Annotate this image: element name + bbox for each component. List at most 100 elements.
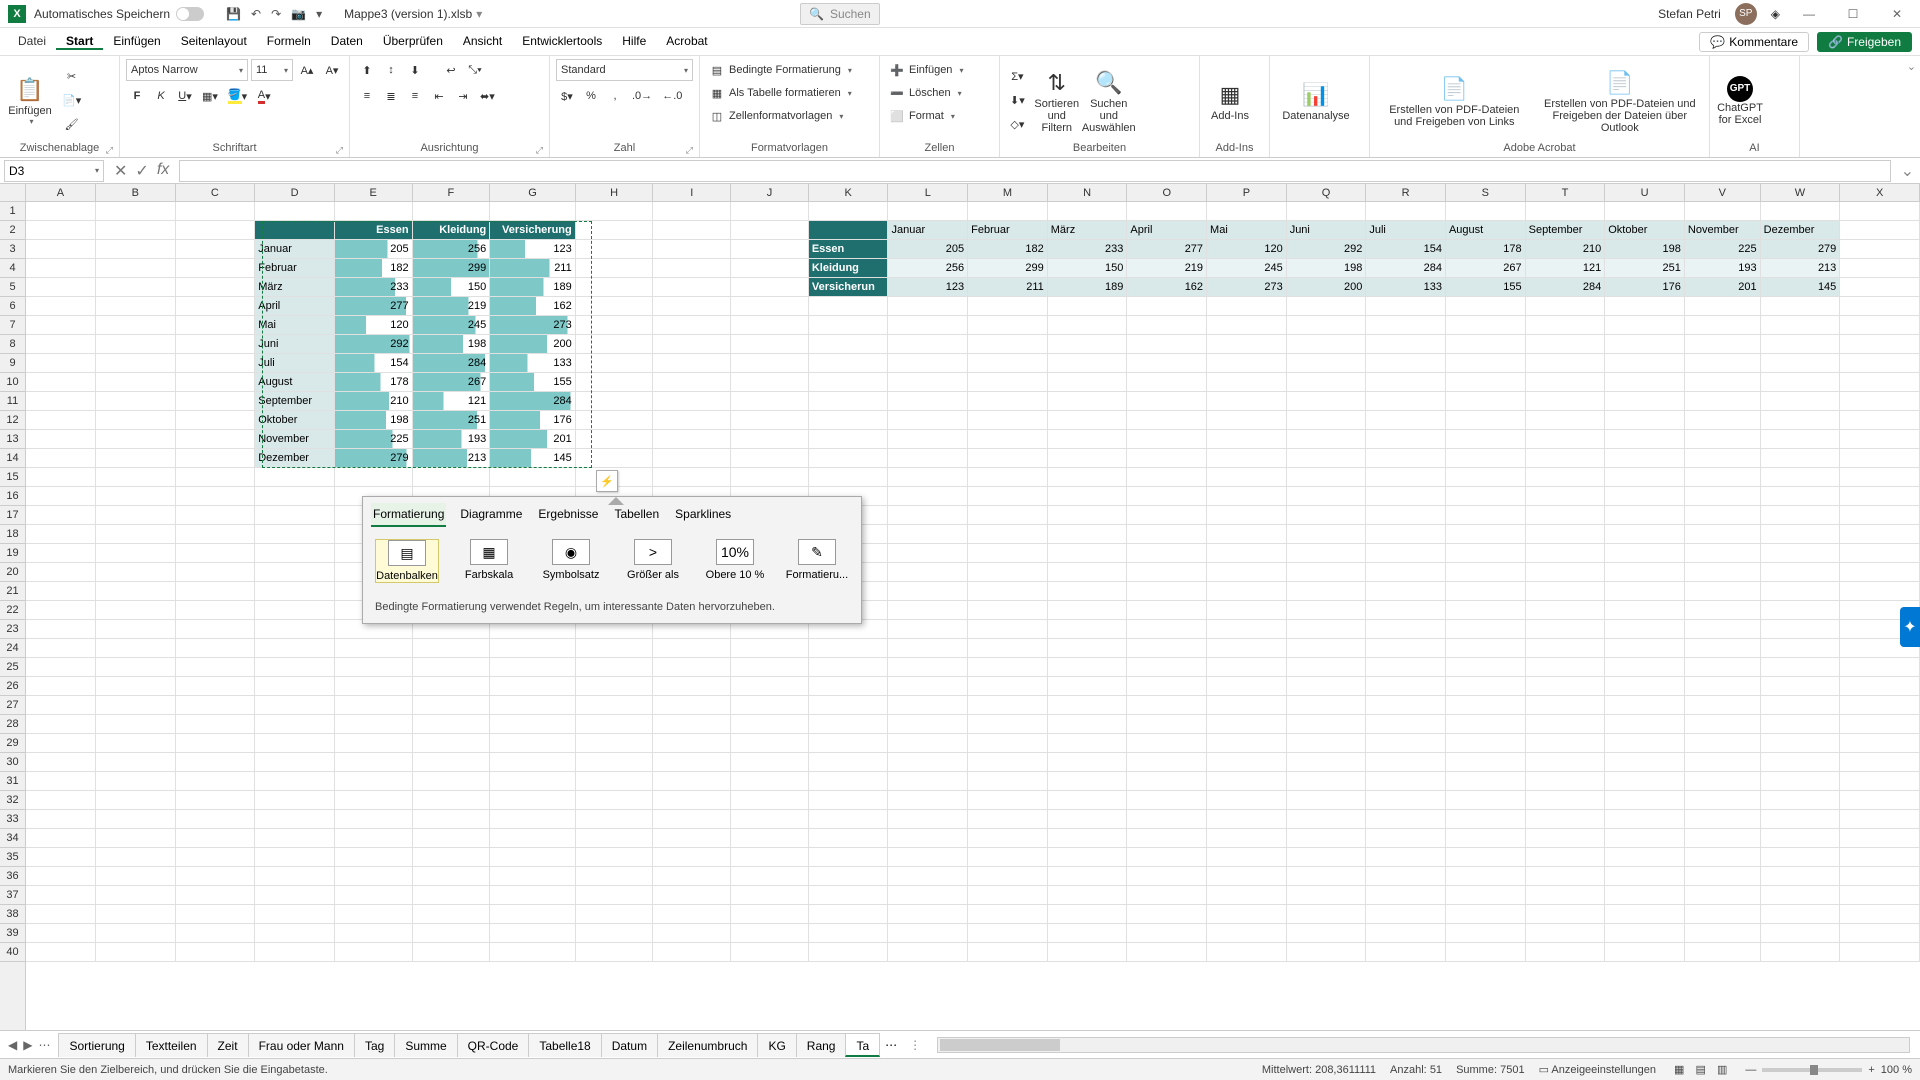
ribbon-tab-entwicklertools[interactable]: Entwicklertools <box>512 34 612 48</box>
qa-option-2[interactable]: ◉Symbolsatz <box>539 539 603 583</box>
minimize-button[interactable]: — <box>1794 7 1824 21</box>
format-painter-icon[interactable]: 🖌 <box>58 114 85 136</box>
cut-icon[interactable]: ✂ <box>58 66 85 88</box>
ribbon-tab-start[interactable]: Start <box>56 34 103 50</box>
create-pdf-outlook-button[interactable]: 📄Erstellen von PDF-Dateien und Freigeben… <box>1537 66 1703 136</box>
qa-option-3[interactable]: >Größer als <box>621 539 685 583</box>
sheet-tab-4[interactable]: Tag <box>354 1033 395 1057</box>
qat-more-icon[interactable]: ▾ <box>316 7 322 21</box>
sheet-tab-3[interactable]: Frau oder Mann <box>248 1033 355 1057</box>
underline-button[interactable]: U▾ <box>174 85 196 107</box>
ribbon-tab-einfügen[interactable]: Einfügen <box>103 34 170 48</box>
align-bottom-icon[interactable]: ⬇ <box>404 59 426 81</box>
conditional-formatting-button[interactable]: ▤Bedingte Formatierung▾ <box>706 59 873 81</box>
maximize-button[interactable]: ☐ <box>1838 7 1868 21</box>
ribbon-tab-datei[interactable]: Datei <box>8 34 56 48</box>
zoom-slider[interactable]: —+ 100 % <box>1745 1064 1912 1076</box>
comma-icon[interactable]: , <box>604 85 626 107</box>
view-normal-icon[interactable]: ▦ <box>1670 1064 1688 1076</box>
autosave-toggle[interactable]: Automatisches Speichern <box>34 7 204 21</box>
sheet-nav-first-icon[interactable]: ◀ <box>8 1038 17 1052</box>
camera-icon[interactable]: 📷 <box>291 7 306 21</box>
avatar[interactable]: SP <box>1735 3 1757 25</box>
percent-icon[interactable]: % <box>580 85 602 107</box>
bold-button[interactable]: F <box>126 85 148 107</box>
close-button[interactable]: ✕ <box>1882 7 1912 21</box>
undo-icon[interactable]: ↶ <box>251 7 261 21</box>
sheet-tab-1[interactable]: Textteilen <box>135 1033 208 1057</box>
fx-icon[interactable]: fx <box>157 161 169 181</box>
ribbon-tab-acrobat[interactable]: Acrobat <box>656 34 717 48</box>
ribbon-tab-hilfe[interactable]: Hilfe <box>612 34 656 48</box>
ribbon-tab-seitenlayout[interactable]: Seitenlayout <box>171 34 257 48</box>
sheet-tab-8[interactable]: Datum <box>601 1033 658 1057</box>
formula-bar[interactable] <box>179 160 1890 182</box>
insert-cells-button[interactable]: ➕Einfügen▾ <box>886 59 993 81</box>
expand-formula-bar-icon[interactable]: ⌄ <box>1895 161 1920 181</box>
name-box[interactable]: D3▾ <box>4 160 104 182</box>
qa-tab-2[interactable]: Ergebnisse <box>536 503 600 527</box>
merge-button[interactable]: ⬌▾ <box>476 85 499 107</box>
find-select-button[interactable]: 🔍Suchen und Auswählen <box>1085 66 1133 136</box>
user-name[interactable]: Stefan Petri <box>1658 7 1721 21</box>
sheet-tab-2[interactable]: Zeit <box>207 1033 249 1057</box>
shrink-font-icon[interactable]: A▾ <box>321 59 343 81</box>
align-left-icon[interactable]: ≡ <box>356 85 378 107</box>
view-page-layout-icon[interactable]: ▤ <box>1691 1064 1709 1076</box>
font-name-combo[interactable]: Aptos Narrow▾ <box>126 59 248 81</box>
sheet-tab-11[interactable]: Rang <box>796 1033 847 1057</box>
comments-button[interactable]: 💬 Kommentare <box>1699 32 1809 52</box>
ribbon-tab-formeln[interactable]: Formeln <box>257 34 321 48</box>
chatgpt-button[interactable]: GPTChatGPT for Excel <box>1716 66 1764 136</box>
fill-icon[interactable]: ⬇▾ <box>1006 90 1029 112</box>
ribbon-tab-ansicht[interactable]: Ansicht <box>453 34 512 48</box>
inc-decimal-icon[interactable]: .0→ <box>628 85 656 107</box>
autosum-icon[interactable]: Σ▾ <box>1006 66 1029 88</box>
sheet-tab-6[interactable]: QR-Code <box>457 1033 530 1057</box>
qa-tab-1[interactable]: Diagramme <box>458 503 524 527</box>
align-right-icon[interactable]: ≡ <box>404 85 426 107</box>
addins-button[interactable]: ▦Add-Ins <box>1206 66 1254 136</box>
qa-option-5[interactable]: ✎Formatieru... <box>785 539 849 583</box>
accept-formula-icon[interactable]: ✓ <box>135 161 148 181</box>
qa-tab-3[interactable]: Tabellen <box>612 503 661 527</box>
view-page-break-icon[interactable]: ▥ <box>1713 1064 1731 1076</box>
ribbon-tab-daten[interactable]: Daten <box>321 34 373 48</box>
format-cells-button[interactable]: ⬜Format▾ <box>886 105 993 127</box>
delete-cells-button[interactable]: ➖Löschen▾ <box>886 82 993 104</box>
indent-dec-icon[interactable]: ⇤ <box>428 85 450 107</box>
display-settings-button[interactable]: ▭ Anzeigeeinstellungen <box>1539 1063 1656 1076</box>
search-input[interactable]: 🔍 Suchen <box>800 3 880 25</box>
column-headers[interactable]: ABCDEFGHIJKLMNOPQRSTUVWX <box>26 184 1920 202</box>
sheet-tab-9[interactable]: Zeilenumbruch <box>657 1033 758 1057</box>
qa-tab-4[interactable]: Sparklines <box>673 503 733 527</box>
format-as-table-button[interactable]: ▦Als Tabelle formatieren▾ <box>706 82 873 104</box>
select-all-corner[interactable] <box>0 184 26 202</box>
data-analysis-button[interactable]: 📊Datenanalyse <box>1276 66 1356 136</box>
qa-option-4[interactable]: 10%Obere 10 % <box>703 539 767 583</box>
sheet-tab-0[interactable]: Sortierung <box>58 1033 135 1057</box>
qa-option-0[interactable]: ▤Datenbalken <box>375 539 439 583</box>
sort-filter-button[interactable]: ⇅Sortieren und Filtern <box>1033 66 1081 136</box>
cell-styles-button[interactable]: ◫Zellenformatvorlagen▾ <box>706 105 873 127</box>
sheet-nav-more-icon[interactable]: ⋯ <box>38 1038 50 1052</box>
share-button[interactable]: 🔗 Freigeben <box>1817 32 1912 52</box>
copy-icon[interactable]: 📄▾ <box>58 90 85 112</box>
font-color-button[interactable]: A▾ <box>253 85 275 107</box>
italic-button[interactable]: K <box>150 85 172 107</box>
sheet-tab-10[interactable]: KG <box>757 1033 796 1057</box>
sheet-tab-12[interactable]: Ta <box>845 1033 880 1057</box>
align-top-icon[interactable]: ⬆ <box>356 59 378 81</box>
cancel-formula-icon[interactable]: ✕ <box>114 161 127 181</box>
sheet-tab-7[interactable]: Tabelle18 <box>528 1033 601 1057</box>
ribbon-tab-überprüfen[interactable]: Überprüfen <box>373 34 453 48</box>
new-sheet-button[interactable]: ⋯ <box>879 1038 903 1052</box>
dec-decimal-icon[interactable]: ←.0 <box>658 85 686 107</box>
diamond-icon[interactable]: ◈ <box>1771 7 1780 21</box>
number-format-combo[interactable]: Standard▾ <box>556 59 693 81</box>
create-pdf-link-button[interactable]: 📄Erstellen von PDF-Dateien und Freigeben… <box>1376 66 1533 136</box>
clear-icon[interactable]: ◇▾ <box>1006 114 1029 136</box>
grid[interactable]: EssenKleidungVersicherungJanuarFebruarMä… <box>26 202 1920 1030</box>
fill-color-button[interactable]: 🪣▾ <box>224 85 251 107</box>
save-icon[interactable]: 💾 <box>226 7 241 21</box>
